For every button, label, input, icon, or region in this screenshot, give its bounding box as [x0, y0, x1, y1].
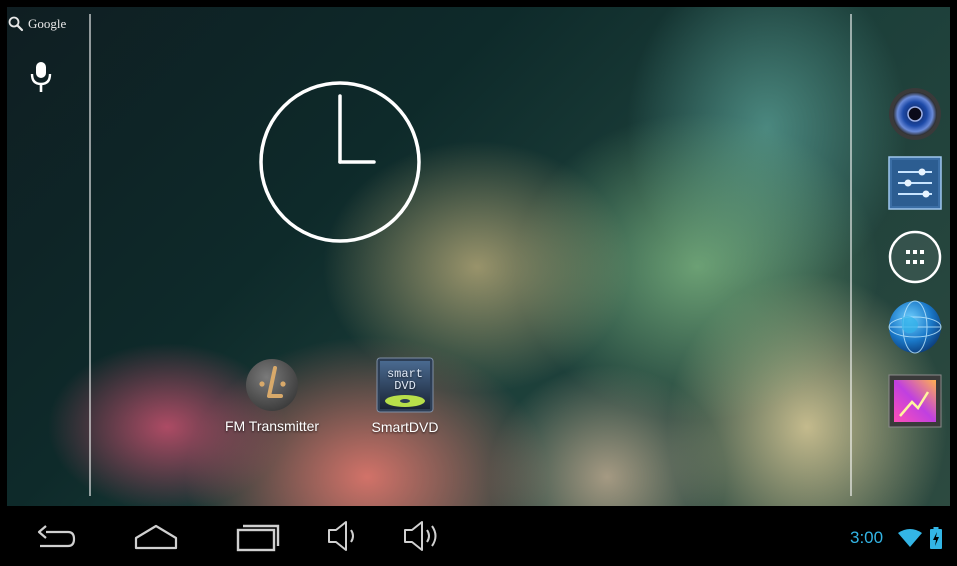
fm-transmitter-icon [246, 359, 298, 411]
android-home-screen: Google FM Transmitter smart DVD SmartDVD… [0, 0, 957, 566]
analog-clock-widget[interactable] [258, 80, 422, 244]
back-icon[interactable] [34, 518, 78, 554]
smartdvd-icon: smart DVD [376, 357, 434, 413]
right-panel-divider [850, 14, 852, 496]
wallpaper [7, 7, 950, 506]
battery-charging-icon [930, 527, 942, 549]
app-fm-transmitter[interactable]: FM Transmitter [212, 358, 332, 434]
google-search-label: Google [28, 16, 67, 31]
app-label: FM Transmitter [224, 418, 320, 434]
settings-sliders-icon[interactable] [888, 156, 942, 210]
left-panel-divider [89, 14, 91, 496]
status-clock: 3:00 [850, 528, 884, 547]
app-label: SmartDVD [371, 419, 439, 435]
navigation-bar [0, 506, 957, 566]
recent-apps-icon[interactable] [234, 518, 282, 554]
volume-down-icon[interactable] [326, 518, 360, 554]
smartdvd-icon-bottom-text: DVD [394, 379, 416, 393]
wifi-icon [898, 529, 922, 547]
app-drawer-icon[interactable] [888, 230, 942, 284]
google-search-bar[interactable]: Google [8, 16, 66, 32]
home-icon[interactable] [132, 518, 180, 554]
app-smartdvd[interactable]: smart DVD SmartDVD [345, 357, 465, 435]
search-icon [8, 16, 24, 32]
microphone-icon[interactable] [28, 60, 54, 94]
speaker-icon[interactable] [888, 87, 942, 141]
browser-globe-icon[interactable] [888, 300, 942, 354]
volume-up-icon[interactable] [402, 518, 442, 554]
gallery-icon[interactable] [888, 374, 942, 428]
